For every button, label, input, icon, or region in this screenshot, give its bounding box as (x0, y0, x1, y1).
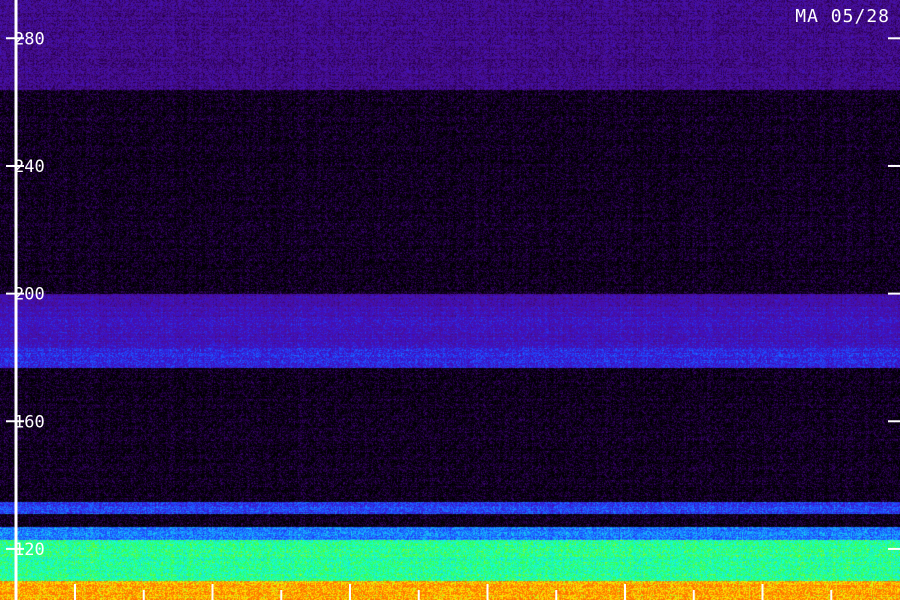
y-tick-labels: 120 160 200 240 280 (14, 29, 45, 560)
station-date-label: MA 05/28 (795, 6, 890, 27)
axis-overlay: 120 160 200 240 280 (6, 0, 900, 600)
y-tick-label: 120 (14, 540, 45, 560)
x-ticks (74, 584, 833, 600)
y-tick-label: 200 (14, 285, 45, 305)
y-tick-label: 240 (14, 157, 45, 177)
y-tick-label: 160 (14, 412, 45, 432)
y-ticks-right (888, 37, 900, 550)
y-tick-label: 280 (14, 29, 45, 49)
